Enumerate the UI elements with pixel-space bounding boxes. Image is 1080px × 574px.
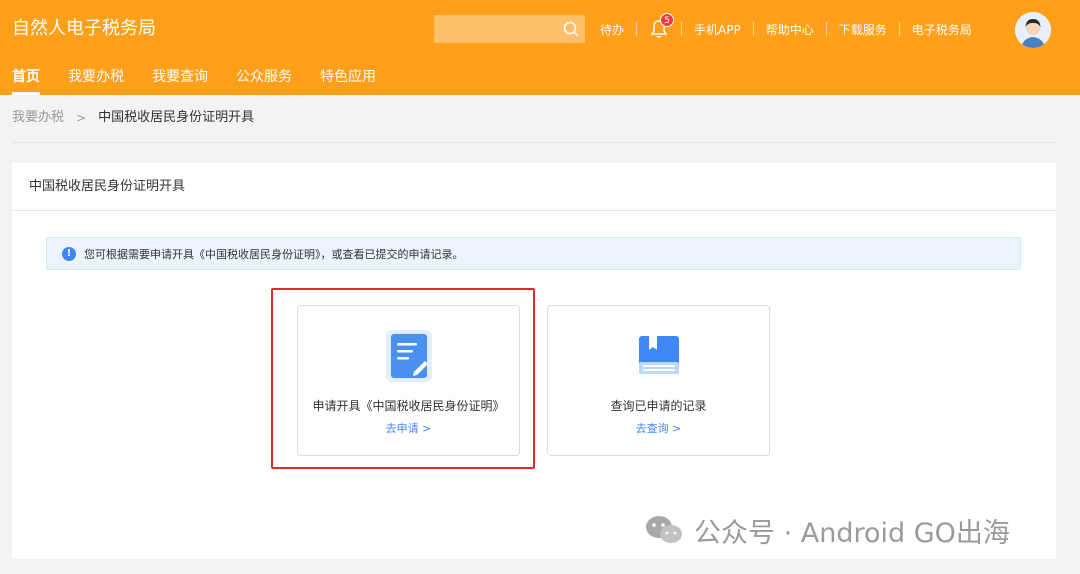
nav-item-label: 我要办税 — [68, 69, 124, 85]
watermark-text: 公众号 · Android GO出海 — [694, 517, 1010, 549]
nav-item-label: 公众服务 — [236, 69, 292, 85]
info-notice: ! 您可根据需要申请开具《中国税收居民身份证明》，或查看已提交的申请记录。 — [46, 237, 1021, 270]
divider — [681, 22, 683, 36]
highlight-box — [271, 288, 535, 469]
divider — [898, 22, 900, 36]
nav-item-home[interactable]: 首页 — [12, 64, 40, 95]
breadcrumb-separator: > — [76, 111, 87, 125]
breadcrumb-current: 中国税收居民身份证明开具 — [98, 110, 255, 125]
user-avatar-icon — [1015, 12, 1051, 48]
notification-button[interactable]: 5 — [649, 13, 675, 40]
app-title[interactable]: 自然人电子税务局 — [12, 16, 156, 42]
nav-item-label: 特色应用 — [320, 69, 376, 85]
wechat-icon — [646, 516, 682, 543]
nav-item-label: 我要查询 — [152, 69, 208, 85]
divider — [12, 142, 1056, 143]
top-links: 待办 5 手机APP 帮助中心 下载服务 电子税务局 — [600, 13, 972, 44]
watermark: 公众号 · Android GO出海 — [644, 510, 1010, 550]
help-center-link[interactable]: 帮助中心 — [766, 21, 814, 38]
search-icon[interactable] — [562, 20, 580, 38]
search-input[interactable] — [434, 15, 585, 43]
nav-active-indicator — [12, 92, 40, 95]
panel-title: 中国税收居民身份证明开具 — [29, 179, 186, 194]
notification-badge: 5 — [660, 13, 675, 27]
divider — [12, 210, 1056, 211]
nav-item-tax-handling[interactable]: 我要办税 — [68, 64, 124, 95]
main-nav: 首页 我要办税 我要查询 公众服务 特色应用 — [0, 64, 404, 95]
breadcrumb: 我要办税 > 中国税收居民身份证明开具 — [12, 108, 254, 128]
bookmark-book-icon — [638, 336, 679, 374]
top-header: 自然人电子税务局 待办 5 手机APP 帮助中心 下载服务 电子税务局 首页 我… — [0, 0, 1080, 95]
e-tax-bureau-link[interactable]: 电子税务局 — [912, 21, 972, 38]
mobile-app-link[interactable]: 手机APP — [694, 21, 741, 38]
nav-item-featured-apps[interactable]: 特色应用 — [320, 64, 376, 95]
divider — [636, 22, 638, 36]
todo-link[interactable]: 待办 — [600, 21, 624, 38]
info-icon: ! — [62, 246, 76, 261]
divider — [752, 22, 754, 36]
card-title: 查询已申请的记录 — [610, 399, 707, 413]
divider — [825, 22, 827, 36]
nav-item-label: 首页 — [12, 69, 40, 85]
notice-text: 您可根据需要申请开具《中国税收居民身份证明》，或查看已提交的申请记录。 — [84, 247, 464, 261]
avatar[interactable] — [1015, 12, 1051, 48]
query-records-card[interactable]: 查询已申请的记录 去查询 > — [547, 305, 770, 456]
nav-item-query[interactable]: 我要查询 — [152, 64, 208, 95]
breadcrumb-parent[interactable]: 我要办税 — [12, 108, 64, 128]
download-service-link[interactable]: 下载服务 — [839, 21, 887, 38]
nav-item-public-service[interactable]: 公众服务 — [236, 64, 292, 95]
query-link[interactable]: 去查询 > — [548, 421, 769, 437]
